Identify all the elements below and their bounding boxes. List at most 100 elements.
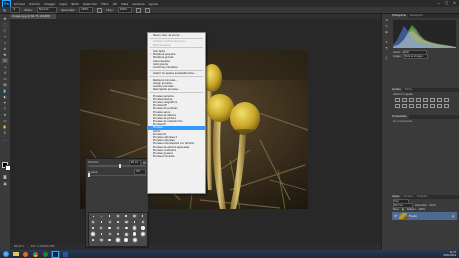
tab-histogram[interactable]: Histograma: [390, 14, 408, 18]
pressure-size-toggle[interactable]: [144, 7, 150, 13]
exposure-icon[interactable]: [416, 98, 421, 102]
tab-adjustments[interactable]: Ajustes: [390, 88, 403, 92]
invert-icon[interactable]: [416, 104, 421, 108]
menu-item[interactable]: Ayuda: [149, 2, 158, 6]
menu-item[interactable]: Edición: [29, 2, 40, 6]
brightness-contrast-icon[interactable]: [395, 98, 400, 102]
tab-paths[interactable]: Trazados: [415, 195, 430, 199]
gear-icon[interactable]: ⚙: [143, 161, 146, 165]
clone-source-icon[interactable]: ⊞: [384, 30, 389, 34]
maximize-icon[interactable]: □: [444, 1, 449, 5]
size-slider-knob[interactable]: [118, 163, 121, 168]
crop-tool-icon[interactable]: ⌗: [2, 40, 8, 45]
character-icon[interactable]: A: [384, 40, 389, 44]
brush-preset-picker[interactable]: •▾: [10, 7, 21, 13]
photo-filter-icon[interactable]: [395, 104, 400, 108]
tab-properties[interactable]: Propiedades: [390, 115, 409, 119]
hardness-slider-knob[interactable]: [88, 173, 90, 177]
brush-preset[interactable]: [114, 237, 122, 243]
context-menu-item[interactable]: Nuevo valor de pincel...: [148, 34, 205, 37]
selective-color-icon[interactable]: [444, 104, 449, 108]
quick-mask-icon[interactable]: ◙: [2, 174, 8, 179]
menu-item[interactable]: Texto: [71, 2, 79, 6]
color-balance-icon[interactable]: [437, 98, 442, 102]
black-white-icon[interactable]: [444, 98, 449, 102]
pressure-opacity-toggle[interactable]: [97, 7, 103, 13]
menu-item[interactable]: Archivo: [14, 2, 25, 6]
menu-item[interactable]: Selección: [83, 2, 97, 6]
edit-toolbar-icon[interactable]: ⋯: [2, 138, 8, 143]
firefox-taskbar-icon[interactable]: [21, 251, 30, 258]
zoom-level[interactable]: 66,67%: [14, 245, 24, 248]
menu-item[interactable]: 3D: [113, 2, 117, 6]
hand-tool-icon[interactable]: ✋: [2, 124, 8, 129]
menu-item[interactable]: Ventana: [132, 2, 144, 6]
history-brush-tool-icon[interactable]: ↺: [2, 70, 8, 75]
color-lookup-icon[interactable]: [409, 104, 414, 108]
context-menu-item[interactable]: Gestor de ajustes preestablecidos...: [148, 72, 205, 75]
gradient-tool-icon[interactable]: ▤: [2, 82, 8, 87]
menu-item[interactable]: Capa: [59, 2, 67, 6]
channel-mixer-icon[interactable]: [402, 104, 407, 108]
curves-icon[interactable]: [409, 98, 414, 102]
menu-item[interactable]: Imagen: [44, 2, 55, 6]
history-icon[interactable]: ⟲: [384, 18, 389, 22]
tab-navigator[interactable]: Navegador: [408, 14, 425, 18]
healing-tool-icon[interactable]: ✚: [2, 52, 8, 57]
clone-stamp-tool-icon[interactable]: ⊥: [2, 64, 8, 69]
paragraph-icon[interactable]: ¶: [384, 46, 389, 50]
shape-tool-icon[interactable]: ▭: [2, 118, 8, 123]
pen-tool-icon[interactable]: ✒: [2, 100, 8, 105]
layer-opacity-value[interactable]: 100%: [429, 204, 436, 207]
hardness-slider[interactable]: [88, 173, 146, 177]
source-select[interactable]: Toda la imagen: [403, 53, 428, 59]
levels-icon[interactable]: [402, 98, 407, 102]
menu-item[interactable]: Vista: [121, 2, 128, 6]
context-menu-item[interactable]: Pinceles húmedos: [148, 155, 205, 158]
brush-preset[interactable]: [122, 237, 130, 243]
mode-select[interactable]: Normal: [36, 7, 57, 13]
word-taskbar-icon[interactable]: [61, 251, 70, 258]
eyedropper-tool-icon[interactable]: ⊘: [2, 46, 8, 51]
brush-tool-icon[interactable]: ✎: [2, 58, 8, 63]
hue-saturation-icon[interactable]: [430, 98, 435, 102]
size-slider[interactable]: [88, 163, 146, 168]
media-player-taskbar-icon[interactable]: [41, 251, 50, 258]
quick-select-tool-icon[interactable]: ✧: [2, 34, 8, 39]
close-icon[interactable]: ✕: [452, 1, 457, 5]
lock-icon[interactable]: 🔒: [402, 208, 405, 211]
layer-row-background[interactable]: 👁 Fondo 🔒: [392, 212, 457, 220]
path-select-tool-icon[interactable]: ➤: [2, 112, 8, 117]
tab-styles[interactable]: Estilos: [403, 88, 415, 92]
gradient-map-icon[interactable]: [437, 104, 442, 108]
blur-tool-icon[interactable]: 💧: [2, 88, 8, 93]
taskbar-clock[interactable]: 11:27 24/02/2014: [443, 251, 456, 257]
explorer-taskbar-icon[interactable]: [11, 251, 20, 258]
vibrance-icon[interactable]: [423, 98, 428, 102]
dodge-tool-icon[interactable]: ◐: [2, 94, 8, 99]
brush-preset[interactable]: [106, 237, 114, 243]
flow-field[interactable]: 100%: [117, 7, 132, 13]
info-icon[interactable]: ⓘ: [384, 56, 389, 60]
brush-preset[interactable]: [89, 237, 97, 243]
context-menu-item[interactable]: Reemplazar pinceles...: [148, 88, 205, 91]
visibility-eye-icon[interactable]: 👁: [394, 214, 398, 218]
chrome-taskbar-icon[interactable]: [31, 251, 40, 258]
type-tool-icon[interactable]: T: [2, 106, 8, 111]
menu-item[interactable]: Filtro: [101, 2, 108, 6]
threshold-icon[interactable]: [430, 104, 435, 108]
brush-preset[interactable]: [97, 237, 105, 243]
brush-panel-icon[interactable]: ✎: [384, 24, 389, 28]
color-swatches[interactable]: [2, 162, 11, 171]
move-tool-icon[interactable]: ✥: [2, 16, 8, 21]
brush-preset[interactable]: [130, 237, 138, 243]
start-button[interactable]: [1, 251, 10, 258]
minimize-icon[interactable]: —: [436, 1, 441, 5]
brush-preset[interactable]: [139, 231, 147, 237]
brush-tool-preset-icon[interactable]: ✎: [3, 8, 6, 13]
airbrush-toggle[interactable]: [135, 7, 141, 13]
eraser-tool-icon[interactable]: ▭: [2, 76, 8, 81]
zoom-tool-icon[interactable]: ⚲: [2, 130, 8, 135]
marquee-tool-icon[interactable]: ⬚: [2, 22, 8, 27]
context-menu-item[interactable]: Contorneo miniatura: [148, 66, 205, 69]
